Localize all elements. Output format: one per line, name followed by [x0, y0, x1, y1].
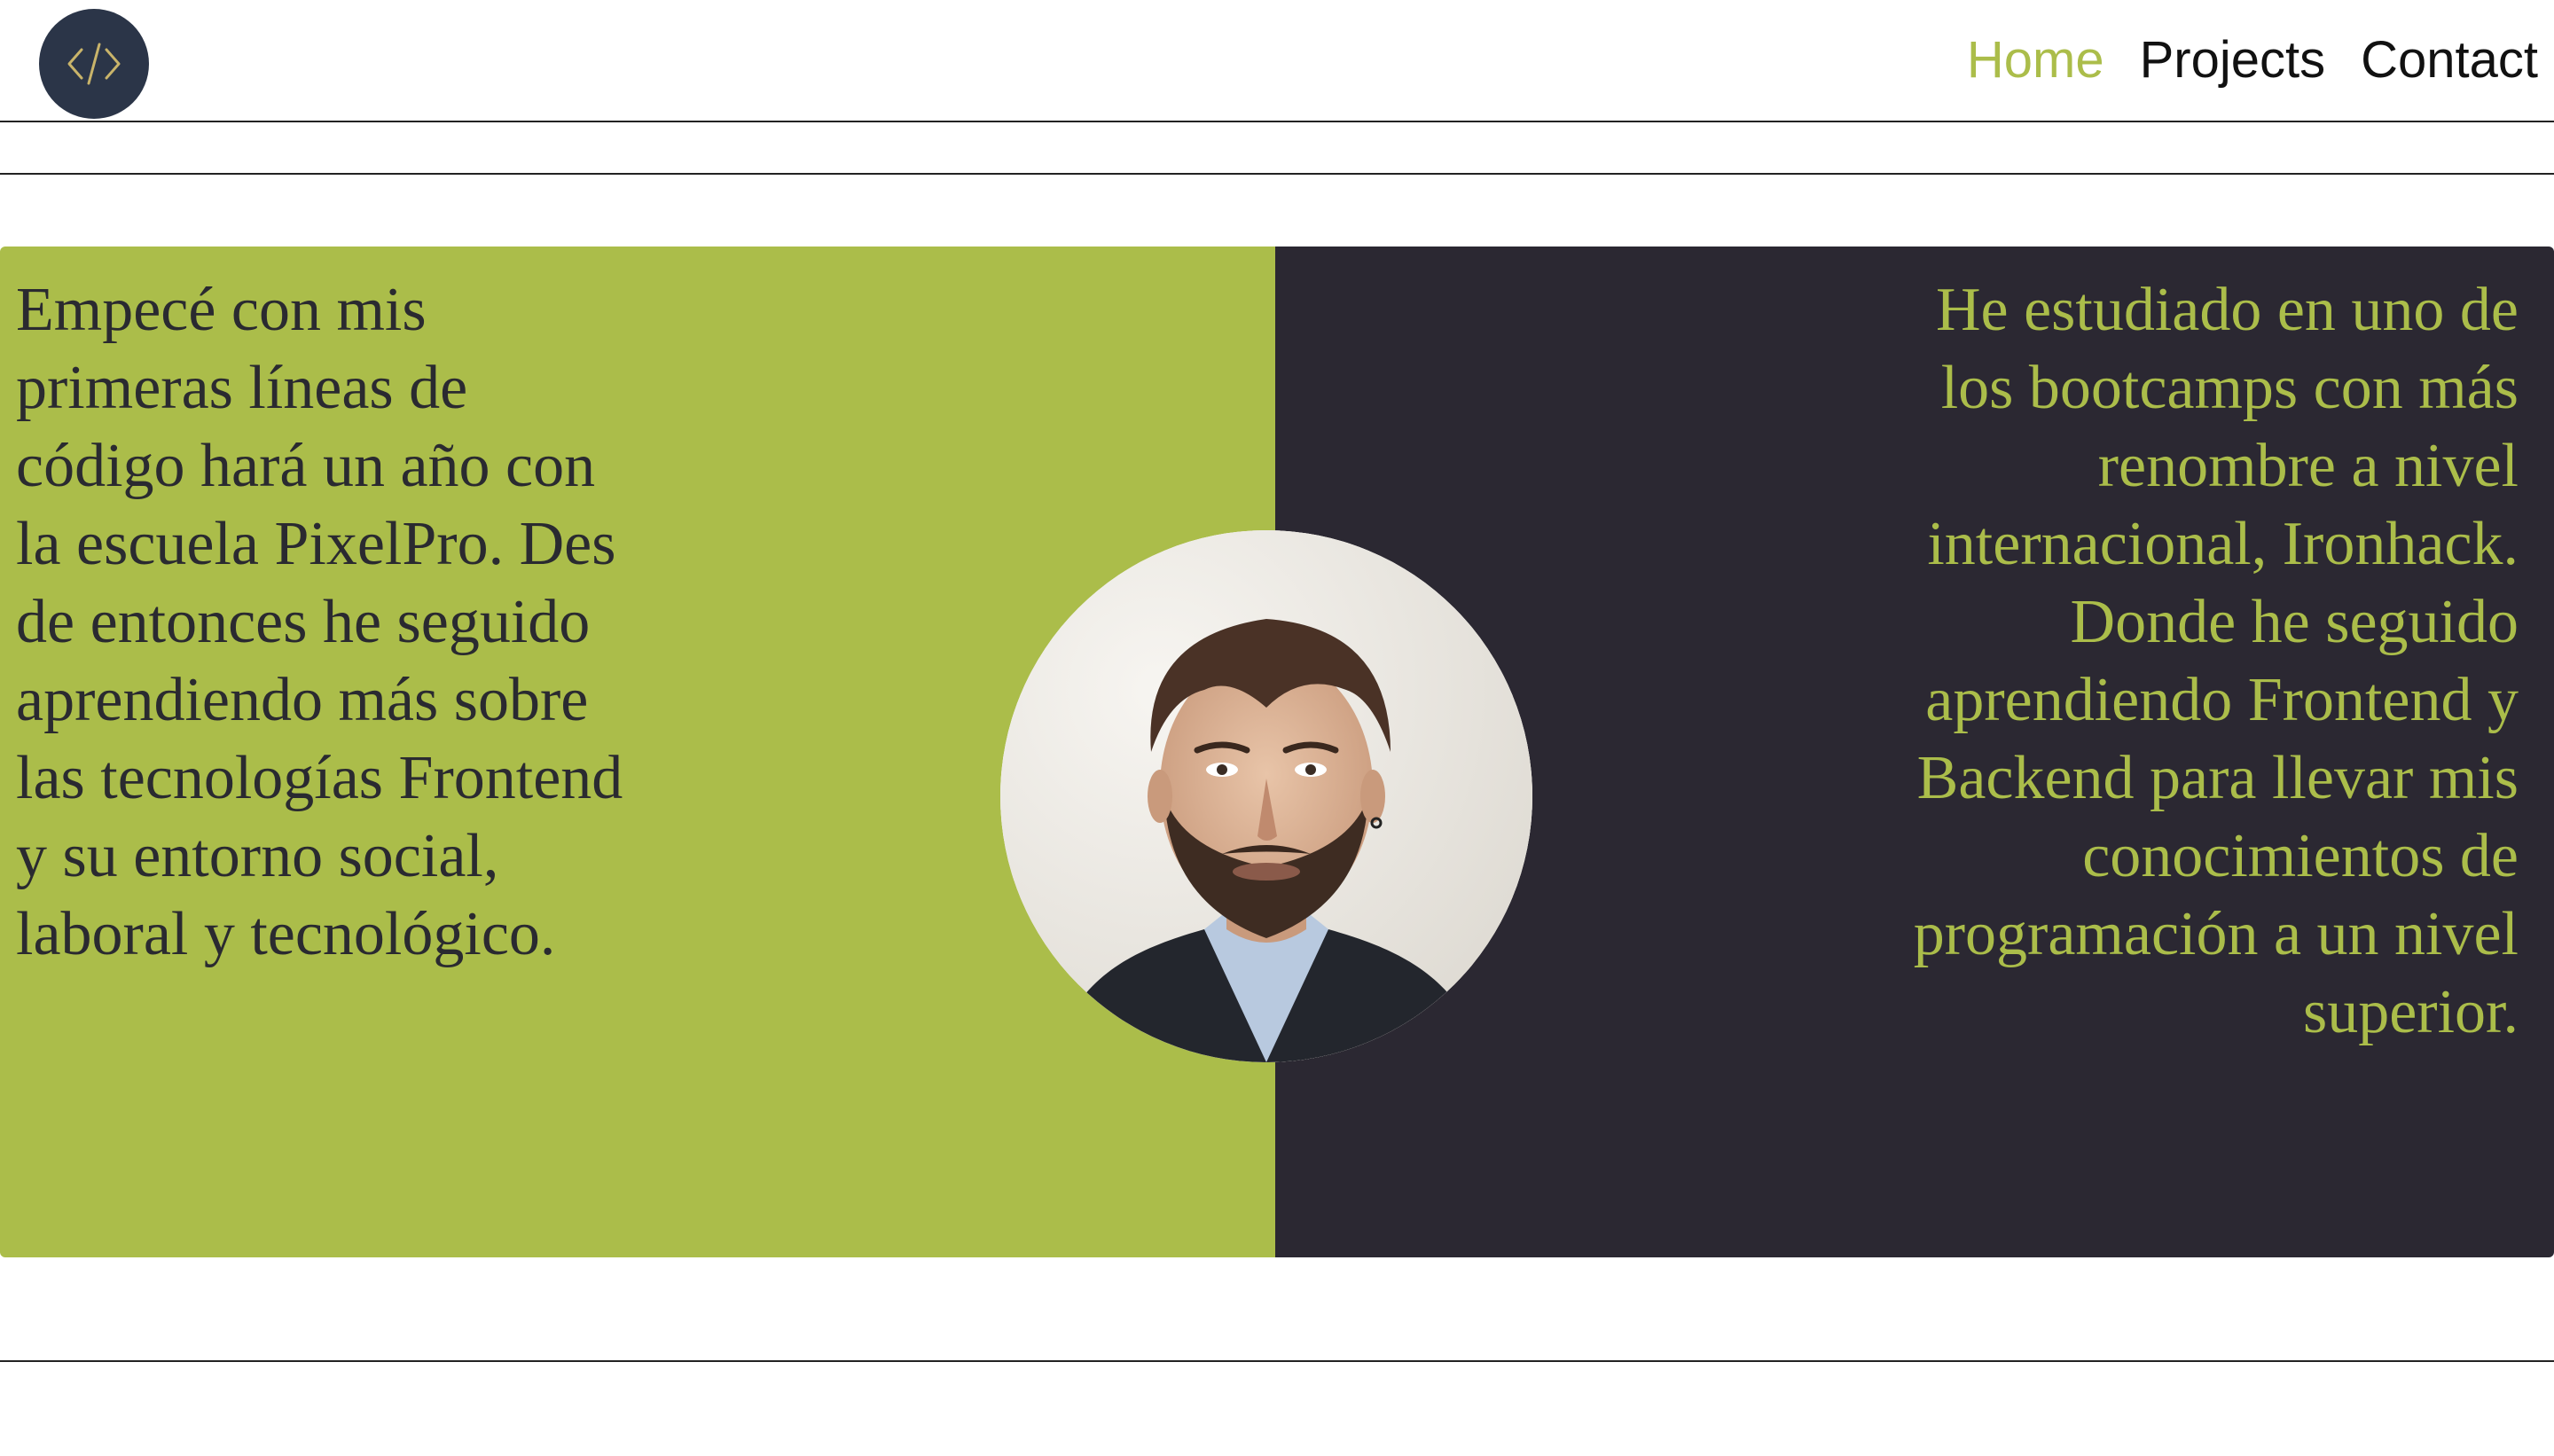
- section-divider-top: [0, 173, 2554, 175]
- about-right-text: He estudiado en uno de los bootcamps con…: [1913, 276, 2519, 1046]
- about-left-text: Empecé con mis primeras líneas de código…: [16, 276, 623, 968]
- nav-home-link[interactable]: Home: [1967, 27, 2104, 94]
- nav-contact-link[interactable]: Contact: [2361, 27, 2538, 94]
- profile-photo-image: [1000, 530, 1532, 1062]
- logo[interactable]: [39, 9, 149, 119]
- about-section: Empecé con mis primeras líneas de código…: [0, 247, 2554, 1257]
- section-divider-bottom: [0, 1360, 2554, 1362]
- profile-photo: [1000, 530, 1532, 1062]
- header-divider: [0, 121, 2554, 122]
- site-title: PORTFOLIO PERSONAL: [993, 0, 1561, 7]
- site-header: PORTFOLIO PERSONAL Home Projects Contact: [0, 0, 2554, 122]
- page: PORTFOLIO PERSONAL Home Projects Contact…: [0, 0, 2554, 1456]
- code-brackets-icon: [67, 43, 121, 85]
- main-nav: Home Projects Contact: [1967, 27, 2538, 94]
- nav-projects-link[interactable]: Projects: [2140, 27, 2326, 94]
